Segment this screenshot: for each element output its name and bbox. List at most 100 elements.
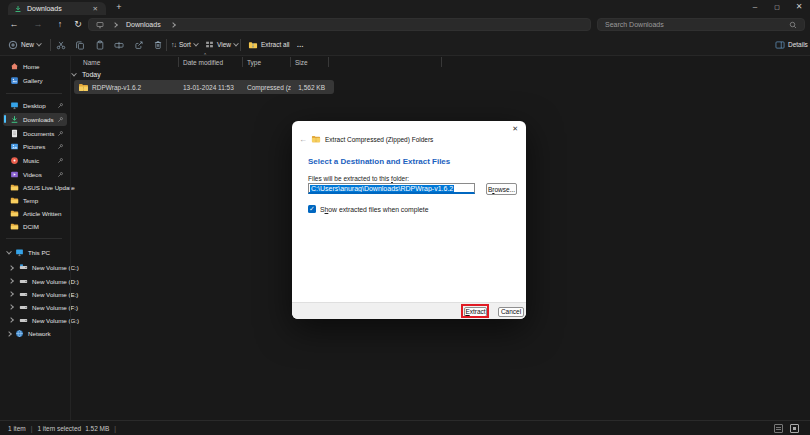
minimize-button[interactable]: – bbox=[744, 0, 766, 15]
sidebar-item-volume-g[interactable]: New Volume (G:) bbox=[3, 314, 67, 327]
chevron-down-icon bbox=[193, 40, 199, 46]
expand-chevron-icon[interactable] bbox=[8, 317, 14, 323]
back-icon[interactable]: ← bbox=[6, 15, 22, 34]
drive-icon bbox=[19, 303, 28, 312]
this-pc-icon bbox=[96, 21, 104, 29]
sidebar-item-home[interactable]: Home bbox=[3, 60, 67, 73]
destination-path-value: C:\Users\anurag\Downloads\RDPWrap-v1.6.2 bbox=[310, 185, 454, 192]
new-plus-icon bbox=[8, 40, 18, 50]
breadcrumb-item[interactable]: Downloads bbox=[126, 21, 161, 28]
sidebar-item-music[interactable]: Music bbox=[3, 154, 67, 167]
copy-button[interactable] bbox=[72, 37, 88, 53]
breadcrumb-chevron-icon bbox=[170, 22, 176, 28]
file-type: Compressed (zipp... bbox=[247, 80, 291, 94]
search-icon bbox=[789, 21, 797, 29]
view-button[interactable]: View bbox=[205, 34, 238, 55]
sort-button[interactable]: ↑↓ Sort bbox=[171, 34, 198, 55]
chevron-down-icon bbox=[233, 40, 239, 46]
cancel-button[interactable]: Cancel bbox=[498, 307, 524, 317]
sidebar-item-article-written[interactable]: Article Written bbox=[3, 207, 67, 220]
delete-button[interactable] bbox=[150, 37, 166, 53]
column-header-type[interactable]: Type bbox=[247, 56, 261, 68]
dialog-heading: Select a Destination and Extract Files bbox=[308, 157, 450, 166]
column-header-name[interactable]: Name bbox=[83, 56, 100, 68]
extract-all-button[interactable]: Extract all bbox=[248, 34, 290, 55]
item-count: 1 item bbox=[8, 425, 26, 432]
new-button[interactable]: New bbox=[8, 34, 41, 55]
details-icon bbox=[775, 40, 785, 50]
group-header-today[interactable]: Today bbox=[72, 69, 101, 80]
destination-path-input[interactable]: C:\Users\anurag\Downloads\RDPWrap-v1.6.2 bbox=[308, 183, 475, 194]
sidebar-item-documents[interactable]: Documents bbox=[3, 127, 67, 140]
sidebar-item-pictures[interactable]: Pictures bbox=[3, 140, 67, 153]
annotation-highlight bbox=[461, 304, 489, 318]
pin-icon bbox=[57, 102, 64, 109]
forward-icon[interactable]: → bbox=[30, 15, 46, 34]
pin-icon bbox=[57, 143, 64, 150]
dialog-close-icon[interactable]: ✕ bbox=[512, 125, 518, 133]
extract-all-label: Extract all bbox=[261, 41, 290, 48]
dialog-back-icon[interactable]: ← bbox=[299, 135, 307, 144]
show-files-checkbox[interactable]: ✓ Show extracted files when complete bbox=[308, 205, 428, 213]
refresh-icon[interactable]: ↻ bbox=[70, 15, 86, 34]
expand-chevron-icon[interactable] bbox=[6, 248, 12, 254]
extract-all-icon bbox=[248, 40, 258, 50]
expand-chevron-icon[interactable] bbox=[8, 291, 14, 297]
details-view-toggle[interactable] bbox=[774, 424, 783, 433]
close-button[interactable]: ✕ bbox=[788, 0, 810, 15]
expand-chevron-icon[interactable] bbox=[8, 265, 14, 271]
tab-downloads[interactable]: Downloads ✕ bbox=[8, 2, 106, 15]
new-tab-button[interactable]: + bbox=[112, 1, 126, 14]
tab-title: Downloads bbox=[27, 5, 91, 12]
share-button[interactable] bbox=[131, 37, 147, 53]
browse-button[interactable]: Browse... bbox=[486, 183, 517, 195]
folder-icon bbox=[10, 183, 19, 192]
expand-chevron-icon[interactable] bbox=[8, 278, 14, 284]
details-label: Details bbox=[788, 41, 808, 48]
up-icon[interactable]: ↑ bbox=[52, 15, 68, 34]
paste-button[interactable] bbox=[92, 37, 108, 53]
folder-icon bbox=[10, 222, 19, 231]
icons-view-toggle[interactable] bbox=[790, 424, 799, 433]
music-icon bbox=[10, 156, 19, 165]
videos-icon bbox=[10, 170, 19, 179]
maximize-button[interactable]: ▢ bbox=[766, 0, 788, 15]
pin-icon bbox=[57, 130, 64, 137]
sidebar-item-volume-c[interactable]: New Volume (C:) bbox=[3, 261, 67, 274]
folder-icon bbox=[10, 209, 19, 218]
folder-icon bbox=[10, 196, 19, 205]
cut-button[interactable] bbox=[53, 37, 69, 53]
new-label: New bbox=[21, 41, 34, 48]
file-row[interactable]: RDPWrap-v1.6.2 13-01-2024 11:53 Compress… bbox=[74, 80, 334, 94]
rename-icon bbox=[114, 40, 124, 50]
details-pane-button[interactable]: Details bbox=[775, 34, 808, 55]
delete-icon bbox=[153, 40, 163, 50]
expand-chevron-icon[interactable] bbox=[6, 331, 12, 337]
sidebar-item-downloads[interactable]: Downloads bbox=[3, 113, 67, 126]
sidebar-item-this-pc[interactable]: This PC bbox=[3, 246, 67, 259]
sidebar-item-gallery[interactable]: Gallery bbox=[3, 74, 67, 87]
sidebar-item-videos[interactable]: Videos bbox=[3, 168, 67, 181]
sidebar-item-dcim[interactable]: DCIM bbox=[3, 220, 67, 233]
column-header-size[interactable]: Size bbox=[295, 56, 308, 68]
pin-icon bbox=[57, 116, 64, 123]
rename-button[interactable] bbox=[111, 37, 127, 53]
sidebar-item-network[interactable]: Network bbox=[3, 327, 67, 340]
tab-close-icon[interactable]: ✕ bbox=[91, 5, 100, 13]
this-pc-icon bbox=[15, 248, 24, 257]
sidebar-item-desktop[interactable]: Desktop bbox=[3, 99, 67, 112]
sidebar-item-volume-d[interactable]: New Volume (D:) bbox=[3, 275, 67, 288]
sidebar-item-temp[interactable]: Temp bbox=[3, 194, 67, 207]
expand-chevron-icon[interactable] bbox=[8, 304, 14, 310]
column-header-date-modified[interactable]: Date modified⌃ bbox=[183, 56, 223, 68]
sidebar-item-volume-f[interactable]: New Volume (F:) bbox=[3, 301, 67, 314]
navigation-bar: ← → ↑ ↻ Downloads Search Downloads bbox=[0, 15, 810, 34]
sort-icon: ↑↓ bbox=[171, 41, 176, 48]
address-bar[interactable]: Downloads bbox=[88, 18, 591, 31]
sidebar-item-volume-e[interactable]: New Volume (E:) bbox=[3, 288, 67, 301]
home-icon bbox=[10, 62, 19, 71]
more-button[interactable]: ... bbox=[297, 34, 304, 55]
search-input[interactable]: Search Downloads bbox=[597, 18, 805, 31]
file-name: RDPWrap-v1.6.2 bbox=[92, 80, 141, 94]
sidebar-item-asus-live-update[interactable]: ASUS Live Update bbox=[3, 181, 67, 194]
